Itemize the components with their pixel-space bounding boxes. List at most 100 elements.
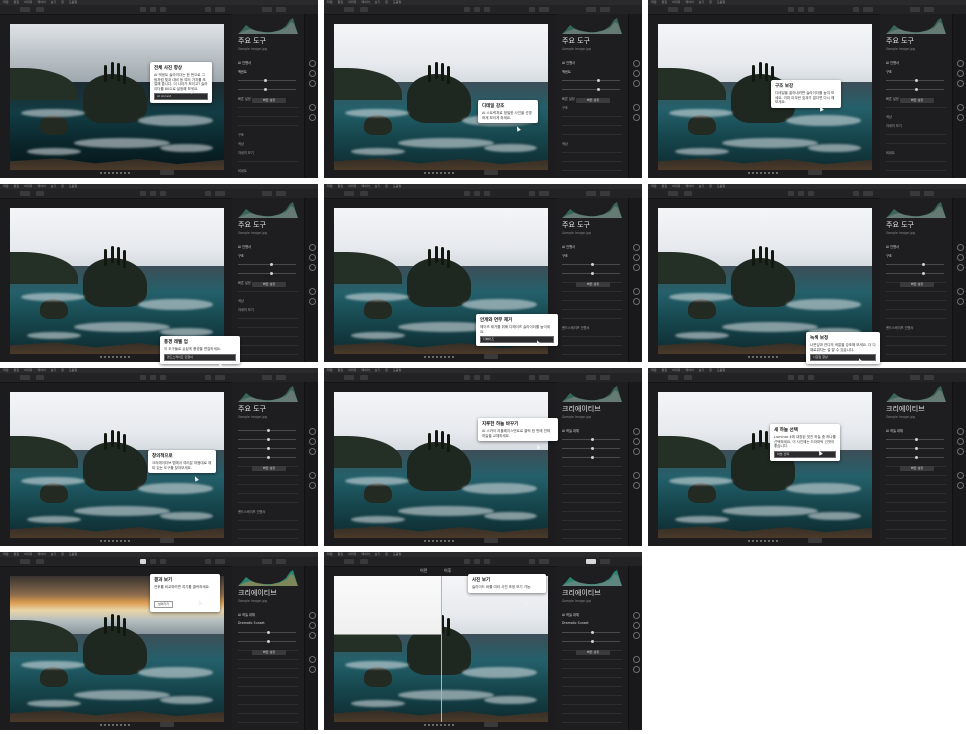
toolbar-button[interactable] bbox=[160, 375, 166, 380]
slider-knob[interactable] bbox=[267, 447, 270, 450]
zoom-button[interactable] bbox=[484, 722, 498, 727]
canvas-icon[interactable] bbox=[633, 70, 640, 77]
toolbar-button[interactable] bbox=[474, 7, 480, 12]
zoom-button[interactable] bbox=[808, 538, 822, 543]
toolbar-button[interactable] bbox=[276, 559, 286, 564]
slider-knob[interactable] bbox=[922, 263, 925, 266]
tool-row[interactable]: AI 인핸서 bbox=[238, 60, 251, 65]
quick-setting-button[interactable]: 빠른 설정 bbox=[252, 98, 286, 103]
toolbar-button[interactable] bbox=[586, 375, 596, 380]
tool-row[interactable]: 구조 bbox=[886, 253, 892, 258]
tool-row[interactable]: AI 하늘 대체 bbox=[562, 428, 579, 433]
toolbar-button[interactable] bbox=[539, 559, 549, 564]
toolbar-button[interactable] bbox=[924, 191, 934, 196]
toolbar-button[interactable] bbox=[853, 191, 859, 196]
slider-track[interactable] bbox=[886, 447, 944, 450]
portrait-icon[interactable] bbox=[957, 472, 964, 479]
tooltip-highlight-field[interactable]: 나뭇잎 향상 bbox=[810, 354, 876, 362]
slider-knob[interactable] bbox=[270, 263, 273, 266]
slider-track[interactable] bbox=[886, 456, 944, 459]
toolbar-button[interactable] bbox=[529, 375, 535, 380]
slider-knob[interactable] bbox=[915, 79, 918, 82]
toolbar-button[interactable] bbox=[205, 191, 211, 196]
tool-row[interactable]: Dramatic Sunset bbox=[562, 621, 589, 625]
toolbar-button[interactable] bbox=[140, 375, 146, 380]
tooltip-highlight-field[interactable]: AI Accent bbox=[154, 93, 208, 101]
tool-row[interactable]: 빠른 설정 bbox=[238, 280, 251, 285]
canvas-icon[interactable] bbox=[633, 622, 640, 629]
tooltip-highlight-field[interactable]: 하늘 선택 bbox=[774, 450, 836, 458]
slider-knob[interactable] bbox=[591, 447, 594, 450]
slider-knob[interactable] bbox=[267, 640, 270, 643]
creative-icon[interactable] bbox=[309, 448, 316, 455]
toolbar-button[interactable] bbox=[464, 7, 470, 12]
toolbar-button[interactable] bbox=[276, 7, 286, 12]
layers-icon[interactable] bbox=[633, 60, 640, 67]
tool-row[interactable]: AI 하늘 대체 bbox=[562, 612, 579, 617]
zoom-button[interactable] bbox=[484, 354, 498, 359]
slider-knob[interactable] bbox=[267, 438, 270, 441]
tool-row[interactable]: 비네트 bbox=[238, 168, 247, 173]
zoom-button[interactable] bbox=[808, 170, 822, 175]
quick-setting-button[interactable]: 빠른 설정 bbox=[576, 650, 610, 655]
toolbar-button[interactable] bbox=[529, 559, 535, 564]
creative-icon[interactable] bbox=[957, 264, 964, 271]
toolbar-button[interactable] bbox=[140, 559, 146, 564]
tool-row[interactable]: AI 인핸서 bbox=[886, 60, 899, 65]
canvas-icon[interactable] bbox=[309, 70, 316, 77]
slider-knob[interactable] bbox=[267, 456, 270, 459]
toolbar-button[interactable] bbox=[863, 375, 873, 380]
pro-icon[interactable] bbox=[957, 298, 964, 305]
toolbar-button[interactable] bbox=[344, 7, 354, 12]
toolbar-button[interactable] bbox=[262, 191, 272, 196]
toolbar-button[interactable] bbox=[586, 7, 596, 12]
toolbar-button[interactable] bbox=[853, 375, 859, 380]
slider-track[interactable] bbox=[886, 88, 944, 91]
slider-track[interactable] bbox=[562, 438, 620, 441]
toolbar-button[interactable] bbox=[924, 375, 934, 380]
canvas-icon[interactable] bbox=[309, 622, 316, 629]
toolbar-button[interactable] bbox=[150, 7, 156, 12]
filmstrip-dots[interactable] bbox=[748, 540, 778, 542]
toolbar-button[interactable] bbox=[863, 7, 873, 12]
pro-icon[interactable] bbox=[309, 114, 316, 121]
skip-button[interactable]: 넘어가기 bbox=[154, 600, 174, 608]
tool-row[interactable]: AI 인핸서 bbox=[562, 244, 575, 249]
tool-row[interactable]: 색상 bbox=[238, 298, 244, 303]
toolbar-button[interactable] bbox=[360, 7, 368, 12]
pro-icon[interactable] bbox=[633, 114, 640, 121]
tool-row[interactable]: Dramatic Sunset bbox=[238, 621, 265, 625]
layers-icon[interactable] bbox=[633, 428, 640, 435]
toolbar-button[interactable] bbox=[205, 559, 211, 564]
toolbar-button[interactable] bbox=[484, 559, 490, 564]
slider-knob[interactable] bbox=[915, 447, 918, 450]
toolbar-button[interactable] bbox=[474, 559, 480, 564]
toolbar-button[interactable] bbox=[344, 191, 354, 196]
toolbar-button[interactable] bbox=[344, 559, 354, 564]
toolbar-button[interactable] bbox=[924, 7, 934, 12]
split-handle[interactable] bbox=[441, 576, 442, 722]
tool-row[interactable]: 랜드스케이프 인핸서 bbox=[238, 509, 265, 514]
filmstrip-dots[interactable] bbox=[424, 172, 454, 174]
portrait-icon[interactable] bbox=[957, 104, 964, 111]
toolbar-button[interactable] bbox=[140, 191, 146, 196]
filmstrip-dots[interactable] bbox=[748, 172, 778, 174]
canvas-icon[interactable] bbox=[957, 254, 964, 261]
slider-track[interactable] bbox=[238, 456, 296, 459]
filmstrip-dots[interactable] bbox=[100, 356, 130, 358]
portrait-icon[interactable] bbox=[633, 656, 640, 663]
layers-icon[interactable] bbox=[957, 428, 964, 435]
toolbar-button[interactable] bbox=[910, 375, 920, 380]
slider-track[interactable] bbox=[562, 447, 620, 450]
layers-icon[interactable] bbox=[309, 244, 316, 251]
layers-icon[interactable] bbox=[633, 612, 640, 619]
toolbar-button[interactable] bbox=[668, 375, 678, 380]
layers-icon[interactable] bbox=[309, 60, 316, 67]
tooltip-highlight-field[interactable]: 랜드스케이프 인핸서 bbox=[164, 353, 236, 361]
tool-row[interactable]: 색상 bbox=[886, 114, 892, 119]
tool-row[interactable]: 구조 bbox=[238, 253, 244, 258]
canvas-icon[interactable] bbox=[957, 70, 964, 77]
slider-track[interactable] bbox=[886, 263, 944, 266]
toolbar-button[interactable] bbox=[360, 375, 368, 380]
slider-track[interactable] bbox=[238, 429, 296, 432]
